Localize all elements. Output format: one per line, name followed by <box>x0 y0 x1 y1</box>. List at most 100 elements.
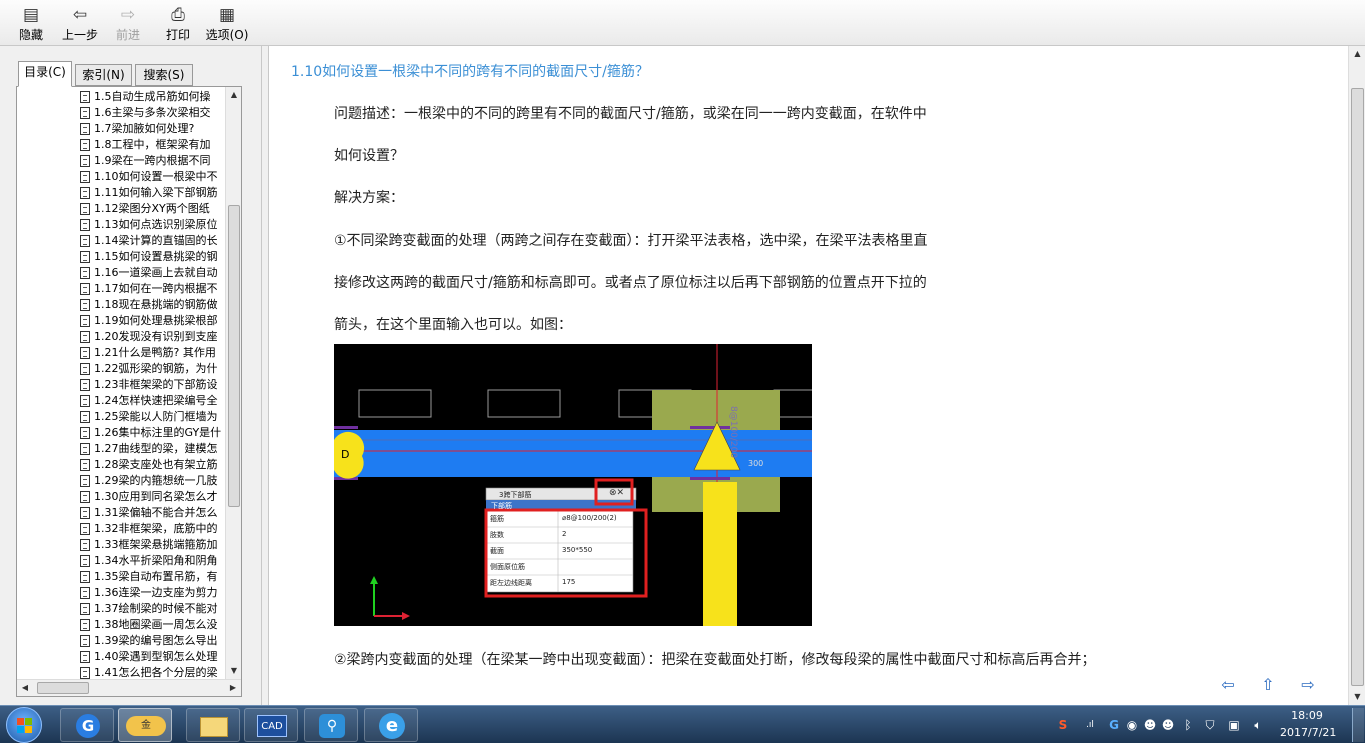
tree-item[interactable]: 1.37绘制梁的时候不能对 <box>79 601 227 617</box>
tab-search[interactable]: 搜索(S) <box>135 64 193 86</box>
paragraph-problem: 问题描述：一根梁中的不同的跨里有不同的截面尺寸/箍筋，或梁在同一一跨内变截面，在… <box>334 106 927 122</box>
show-desktop-button[interactable] <box>1352 708 1364 742</box>
taskbar-app-explorer[interactable] <box>186 708 240 742</box>
g-tray-icon[interactable]: G <box>1106 717 1122 733</box>
tree-item[interactable]: 1.41怎么把各个分层的梁 <box>79 665 227 679</box>
cad-dropdown-header: 3跨下部筋 <box>499 491 532 499</box>
content-scroll-up-icon[interactable]: ▲ <box>1349 46 1365 62</box>
forward-button[interactable]: ⇨ 前进 <box>110 4 146 44</box>
scroll-up-icon[interactable]: ▲ <box>226 87 242 103</box>
document-icon <box>80 523 90 535</box>
document-icon <box>80 267 90 279</box>
tree-item[interactable]: 1.14梁计算的直锚固的长 <box>79 233 227 249</box>
qq-icon[interactable]: ☻ <box>1142 717 1158 733</box>
signal-icon[interactable]: .ıl <box>1082 717 1098 733</box>
document-icon <box>80 203 90 215</box>
cad-property-value[interactable]: 175 <box>562 578 575 586</box>
back-button[interactable]: ⇦ 上一步 <box>58 4 102 44</box>
tree-hscroll-thumb[interactable] <box>37 682 89 694</box>
scroll-left-icon[interactable]: ◀ <box>17 680 33 696</box>
tree-item[interactable]: 1.28梁支座处也有架立筋 <box>79 457 227 473</box>
taskbar-app-ie[interactable]: e <box>364 708 418 742</box>
tray-app-icon[interactable]: ◉ <box>1124 717 1140 733</box>
content-vertical-scrollbar[interactable]: ▲ ▼ <box>1348 46 1365 705</box>
tree-item[interactable]: 1.38地圈梁画一周怎么没 <box>79 617 227 633</box>
tree-item[interactable]: 1.25梁能以人防门框墙为 <box>79 409 227 425</box>
tree-item[interactable]: 1.26集中标注里的GY是什 <box>79 425 227 441</box>
tree-vertical-scrollbar[interactable]: ▲ ▼ <box>225 87 241 679</box>
tab-contents[interactable]: 目录(C) <box>18 61 72 87</box>
tree-list: 1.5自动生成吊筋如何操 1.6主梁与多条次梁相交 1.7梁加腋如何处理? 1.8工程… <box>79 89 227 679</box>
start-button[interactable] <box>6 707 42 743</box>
tree-item[interactable]: 1.23非框架梁的下部筋设 <box>79 377 227 393</box>
tree-item-label: 1.26集中标注里的GY是什 <box>94 426 222 439</box>
cad-property-value[interactable]: 2 <box>562 530 566 538</box>
taskbar-app-glodon[interactable]: 金 <box>118 708 172 742</box>
tree-item-label: 1.27曲线型的梁，建模怎 <box>94 442 218 455</box>
document-icon <box>80 235 90 247</box>
tree-item[interactable]: 1.9梁在一跨内根据不同 <box>79 153 227 169</box>
tree-item[interactable]: 1.29梁的内箍想统一几肢 <box>79 473 227 489</box>
options-icon: ▦ <box>218 5 236 25</box>
options-button[interactable]: ▦ 选项(O) <box>202 4 252 44</box>
tree-item[interactable]: 1.7梁加腋如何处理? <box>79 121 227 137</box>
print-button[interactable]: ⎙ 打印 <box>160 4 196 44</box>
cad-property-value[interactable]: ⌀8@100/200(2) <box>562 514 617 522</box>
bluetooth-icon[interactable]: ᛒ <box>1180 717 1196 733</box>
tree-horizontal-scrollbar[interactable]: ◀ ▶ <box>17 679 241 696</box>
document-icon <box>80 635 90 647</box>
next-topic-icon[interactable]: ⇨ <box>1298 676 1318 694</box>
tree-item[interactable]: 1.21什么是鸭筋? 其作用 <box>79 345 227 361</box>
volume-icon[interactable]: 🔈︎ <box>1250 717 1266 733</box>
qq-icon-2[interactable]: ☻ <box>1160 717 1176 733</box>
taskbar-app-tool[interactable]: ⚲ <box>304 708 358 742</box>
clock-date[interactable]: 2017/7/21 <box>1280 726 1336 739</box>
tree-item[interactable]: 1.16一道梁画上去就自动 <box>79 265 227 281</box>
clock-time[interactable]: 18:09 <box>1282 709 1332 722</box>
tree-item[interactable]: 1.18现在悬挑端的钢筋做 <box>79 297 227 313</box>
tree-item[interactable]: 1.35梁自动布置吊筋，有 <box>79 569 227 585</box>
tree-item[interactable]: 1.33框架梁悬挑端箍筋加 <box>79 537 227 553</box>
tree-item-label: 1.21什么是鸭筋? 其作用 <box>94 346 216 359</box>
tree-item[interactable]: 1.34水平折梁阳角和阴角 <box>79 553 227 569</box>
sogou-icon[interactable]: S <box>1055 717 1071 733</box>
help-toolbar: ▤ 隐藏 ⇦ 上一步 ⇨ 前进 ⎙ 打印 ▦ 选项(O) <box>0 0 1365 46</box>
tree-item[interactable]: 1.10如何设置一根梁中不 <box>79 169 227 185</box>
tree-item[interactable]: 1.20发现没有识别到支座 <box>79 329 227 345</box>
network-icon[interactable]: ▣ <box>1226 717 1242 733</box>
tree-item[interactable]: 1.27曲线型的梁，建模怎 <box>79 441 227 457</box>
tree-item[interactable]: 1.30应用到同名梁怎么才 <box>79 489 227 505</box>
tree-item[interactable]: 1.36连梁一边支座为剪力 <box>79 585 227 601</box>
tree-item[interactable]: 1.22弧形梁的钢筋，为什 <box>79 361 227 377</box>
previous-topic-icon[interactable]: ⇦ <box>1218 676 1238 694</box>
document-icon <box>80 123 90 135</box>
tree-item[interactable]: 1.31梁偏轴不能合并怎么 <box>79 505 227 521</box>
tree-item[interactable]: 1.19如何处理悬挑梁根部 <box>79 313 227 329</box>
cad-property-value[interactable]: 350*550 <box>562 546 592 554</box>
tab-index[interactable]: 索引(N) <box>75 64 132 86</box>
tree-item[interactable]: 1.11如何输入梁下部钢筋 <box>79 185 227 201</box>
scroll-right-icon[interactable]: ▶ <box>225 680 241 696</box>
tree-item[interactable]: 1.32非框架梁，底筋中的 <box>79 521 227 537</box>
scroll-down-icon[interactable]: ▼ <box>226 663 242 679</box>
content-scroll-down-icon[interactable]: ▼ <box>1349 689 1365 705</box>
tree-item[interactable]: 1.24怎样快速把梁编号全 <box>79 393 227 409</box>
tree-item[interactable]: 1.13如何点选识别梁原位 <box>79 217 227 233</box>
tree-item[interactable]: 1.5自动生成吊筋如何操 <box>79 89 227 105</box>
hide-button[interactable]: ▤ 隐藏 <box>12 4 50 44</box>
tree-item[interactable]: 1.6主梁与多条次梁相交 <box>79 105 227 121</box>
tree-item[interactable]: 1.17如何在一跨内根据不 <box>79 281 227 297</box>
tree-item[interactable]: 1.8工程中，框架梁有加 <box>79 137 227 153</box>
document-icon <box>80 107 90 119</box>
shield-icon[interactable]: ⛉ <box>1202 717 1218 733</box>
tree-item[interactable]: 1.39梁的编号图怎么导出 <box>79 633 227 649</box>
tree-scroll-thumb[interactable] <box>228 205 240 507</box>
taskbar-app-cad[interactable]: CAD <box>244 708 298 742</box>
up-topic-icon[interactable]: ⇧ <box>1258 676 1278 694</box>
taskbar-app-browser-g[interactable]: G <box>60 708 114 742</box>
tree-item[interactable]: 1.40梁遇到型钢怎么处理 <box>79 649 227 665</box>
tree-item[interactable]: 1.15如何设置悬挑梁的钢 <box>79 249 227 265</box>
tree-item[interactable]: 1.12梁图分XY两个图纸 <box>79 201 227 217</box>
content-scroll-thumb[interactable] <box>1351 88 1364 686</box>
windows-taskbar: G 金 CAD ⚲ e S .ıl G ◉ ☻ ☻ ᛒ ⛉ ▣ 🔈︎ 18:09… <box>0 705 1365 743</box>
